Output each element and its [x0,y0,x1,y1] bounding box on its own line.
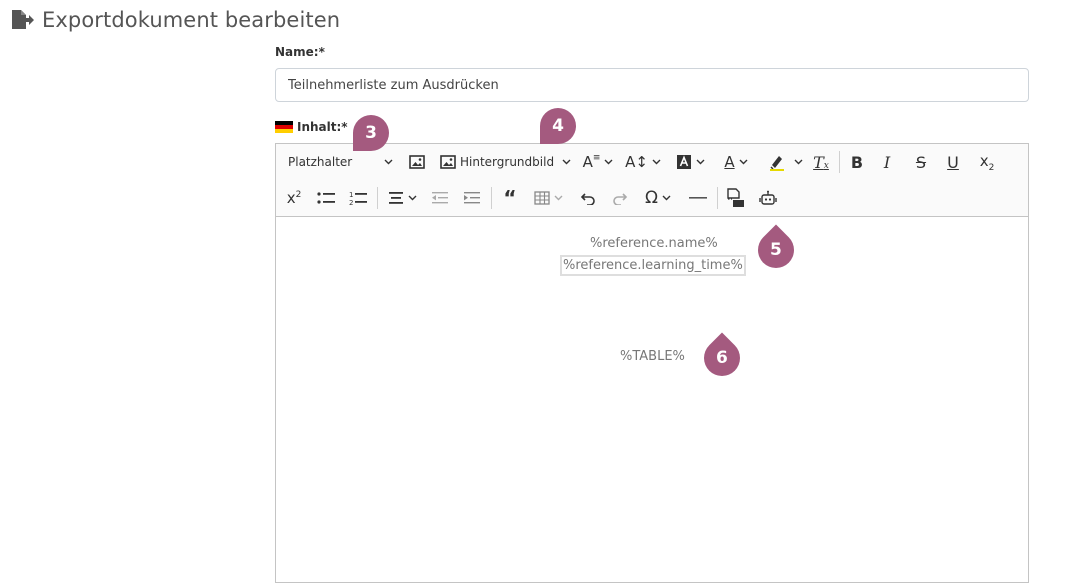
toolbar-separator [717,187,718,209]
insert-image-button[interactable] [406,150,428,174]
highlighter-icon [768,153,786,171]
subscript-button[interactable]: x2 [974,150,1000,174]
font-color-dropdown[interactable]: A [718,150,754,174]
undo-icon [580,191,596,205]
text-align-dropdown[interactable] [384,186,420,210]
chevron-down-icon [662,195,671,201]
strikethrough-button[interactable]: S [910,150,932,174]
table-icon [533,191,550,205]
font-size-dropdown[interactable]: A≡ [580,150,616,174]
align-center-icon [388,191,404,205]
bulleted-list-button[interactable] [314,186,338,210]
annotation-marker-4: 4 [540,108,576,144]
font-size-icon: A≡ [582,153,601,171]
font-family-dropdown[interactable]: A↕ [624,150,662,174]
chevron-down-icon [554,195,563,201]
bold-icon: B [850,152,864,172]
italic-icon: I [883,152,891,172]
chevron-down-icon [408,195,417,201]
chevron-down-icon [696,159,705,165]
editor-content-area[interactable]: %reference.name% %reference.learning_tim… [276,217,1028,582]
editor-toolbar: Platzhalter Hintergrundbild A≡ A↕ A Tx B… [276,144,1028,217]
undo-button[interactable] [576,186,600,210]
special-characters-dropdown[interactable]: Ω [640,186,676,210]
subscript-icon: x2 [979,151,995,173]
chevron-down-icon [562,159,571,165]
robot-icon [759,190,777,206]
insert-table-dropdown[interactable] [530,186,566,210]
placeholder-dropdown-label: Platzhalter [288,155,353,169]
toolbar-separator [839,151,840,173]
horizontal-line-icon [689,196,707,200]
background-image-dropdown[interactable]: Hintergrundbild [440,150,571,174]
german-flag-icon [275,121,293,133]
annotation-marker-3: 3 [353,115,389,151]
underline-button[interactable]: U [942,150,964,174]
redo-button[interactable] [608,186,632,210]
strikethrough-icon: S [915,152,927,172]
placeholder-reference-name: %reference.name% [590,236,718,251]
toolbar-separator [491,187,492,209]
superscript-button[interactable]: x2 [282,186,306,210]
name-input[interactable] [275,68,1029,102]
placeholder-dropdown[interactable]: Platzhalter [288,150,394,174]
marker-number: 6 [716,348,728,368]
superscript-icon: x2 [286,189,302,207]
chevron-down-icon [604,159,613,165]
background-image-label: Hintergrundbild [460,155,555,169]
content-label-text: Inhalt:* [297,120,348,134]
rich-text-editor: Platzhalter Hintergrundbild A≡ A↕ A Tx B… [275,143,1029,583]
marker-number: 3 [365,123,377,143]
chevron-down-icon [739,159,748,165]
toolbar-separator [377,187,378,209]
placeholder-table: %TABLE% [620,349,685,364]
background-color-dropdown[interactable] [672,150,708,174]
indent-icon [463,191,481,205]
chevron-down-icon [384,159,393,165]
blockquote-button[interactable]: “ [498,186,522,210]
image-icon [409,155,425,169]
outdent-button[interactable] [428,186,452,210]
omega-icon: Ω [645,188,658,208]
chevron-down-icon [652,159,661,165]
numbered-list-icon: 12 [349,190,367,206]
remove-format-icon: Tx [813,152,829,172]
content-label: Inhalt:* [275,120,348,134]
svg-text:1: 1 [349,191,353,199]
file-export-icon [10,9,34,31]
page-break-icon [727,188,745,208]
remove-format-button[interactable]: Tx [810,150,832,174]
marker-number: 5 [770,240,782,260]
bulleted-list-icon [317,191,335,205]
horizontal-line-button[interactable] [686,186,710,210]
page-title-text: Exportdokument bearbeiten [42,8,341,32]
numbered-list-button[interactable]: 12 [346,186,370,210]
highlight-dropdown[interactable] [764,150,806,174]
page-break-button[interactable] [724,186,748,210]
redo-icon [612,191,628,205]
font-background-color-icon [676,154,692,170]
outdent-icon [431,191,449,205]
marker-number: 4 [552,116,564,136]
chevron-down-icon [794,159,803,165]
placeholder-learning-time: %reference.learning_time% [560,255,746,276]
bold-button[interactable]: B [846,150,868,174]
font-color-icon: A [724,153,735,171]
italic-button[interactable]: I [876,150,898,174]
quote-icon: “ [503,186,517,210]
page-title: Exportdokument bearbeiten [10,6,340,34]
background-image-icon [440,155,456,169]
underline-icon: U [947,152,959,172]
name-label: Name:* [275,45,325,59]
font-family-icon: A↕ [625,153,648,171]
indent-button[interactable] [460,186,484,210]
ai-assistant-button[interactable] [756,186,780,210]
svg-text:2: 2 [349,199,353,206]
